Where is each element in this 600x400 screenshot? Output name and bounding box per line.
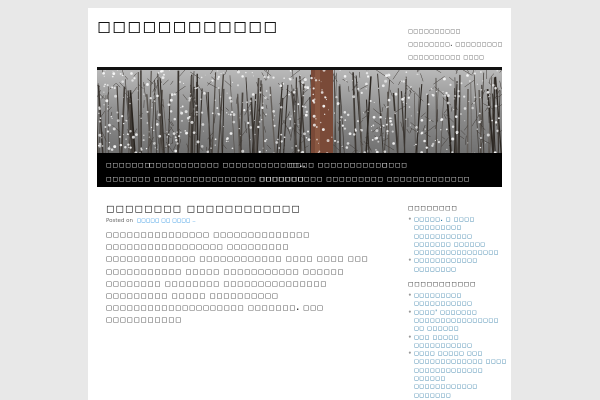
nav-item-3[interactable]: ◻◻◻◻ ◻◻◻◻◻◻◻◻◻◻◻: [289, 161, 388, 169]
widget-link[interactable]: ◻◻◻ ◻◻◻◻◻ ◻◻◻◻◻◻◻◻◻◻◻: [408, 334, 508, 351]
header-image: [97, 67, 502, 156]
main-content: ◻◻◻◻◻◻◻◻ ◻◻◻◻◻◻◻◻◻◻◻◻ Posted on ◻◻◻◻◻ ◻◻…: [106, 198, 376, 327]
widget-link[interactable]: ◻◻◻◻◻◻◻◻◻◻◻◻ ◻◻◻◻◻◻◻◻: [408, 257, 508, 274]
sidebar-widget-2: ◻◻◻◻◻◻◻◻◻◻◻ ◻◻◻◻◻◻◻◻◻ ◻◻◻◻◻◻◻◻◻◻◻ ◻◻◻◻' …: [408, 280, 508, 400]
widget-link[interactable]: ◻◻◻◻ ◻◻◻◻◻ ◻◻◻ ◻◻◻◻◻◻◻◻◻◻◻◻◻ ◻◻◻◻ ◻◻◻◻◻◻…: [408, 350, 508, 400]
sidebar: ◻◻◻◻◻◻◻◻ ◻◻◻◻◻. ◻ ◻◻◻◻ ◻◻◻◻◻◻◻◻◻ ◻◻◻◻◻◻◻…: [408, 204, 508, 400]
nav-item-6[interactable]: ◻◻◻◻◻◻◻◻◻◻ ◻◻◻◻◻◻◻◻◻ ◻◻◻◻◻◻◻◻◻◻◻◻◻: [259, 175, 470, 183]
nav-item-1[interactable]: ◻◻◻◻◻◻◻: [106, 161, 151, 169]
sidebar-widget-1: ◻◻◻◻◻◻◻◻ ◻◻◻◻◻. ◻ ◻◻◻◻ ◻◻◻◻◻◻◻◻◻ ◻◻◻◻◻◻◻…: [408, 204, 508, 274]
post-title[interactable]: ◻◻◻◻◻◻◻◻ ◻◻◻◻◻◻◻◻◻◻◻◻: [106, 203, 376, 215]
post-meta-prefix: Posted on: [106, 218, 133, 224]
nav-item-4[interactable]: ◻◻◻◻: [382, 161, 408, 169]
widget-link[interactable]: ◻◻◻◻◻◻◻◻◻ ◻◻◻◻◻◻◻◻◻◻◻: [408, 292, 508, 309]
widget-title: ◻◻◻◻◻◻◻◻◻◻◻: [408, 280, 477, 289]
widget-title: ◻◻◻◻◻◻◻◻: [408, 204, 458, 212]
page-container: ◻◻◻◻◻◻◻◻◻◻◻◻ ◻◻◻◻◻◻◻◻◻◻ ◻◻◻◻◻◻◻◻. ◻◻◻◻◻◻…: [88, 8, 511, 400]
widget-link[interactable]: ◻◻◻◻' ◻◻◻◻◻◻◻ ◻◻◻◻◻◻◻◻◻◻◻◻◻◻◻◻ ◻◻ ◻◻◻◻◻◻: [408, 309, 508, 334]
main-navigation: ◻◻◻◻◻◻◻ ◻◻◻◻◻◻◻◻◻◻◻ ◻◻◻◻◻◻◻◻◻◻◻◻.. ◻◻◻◻ …: [97, 153, 502, 187]
post-meta: Posted on ◻◻◻◻◻ ◻◻ ◻◻◻◻ ..: [106, 218, 376, 224]
site-title[interactable]: ◻◻◻◻◻◻◻◻◻◻◻◻: [97, 17, 278, 37]
widget-link[interactable]: ◻◻◻◻◻. ◻ ◻◻◻◻ ◻◻◻◻◻◻◻◻◻ ◻◻◻◻◻◻◻◻◻◻◻ ◻◻◻◻…: [408, 216, 508, 257]
post-date-link[interactable]: ◻◻◻◻◻ ◻◻ ◻◻◻◻ ..: [137, 218, 196, 224]
post-body: ◻◻◻◻◻◻◻◻◻◻◻◻◻◻◻ ◻◻◻◻◻◻◻◻◻◻◻◻◻◻ ◻◻◻◻◻◻◻◻◻…: [106, 230, 369, 325]
nav-item-2[interactable]: ◻◻◻◻◻◻◻◻◻◻◻ ◻◻◻◻◻◻◻◻◻◻◻◻..: [149, 161, 306, 169]
